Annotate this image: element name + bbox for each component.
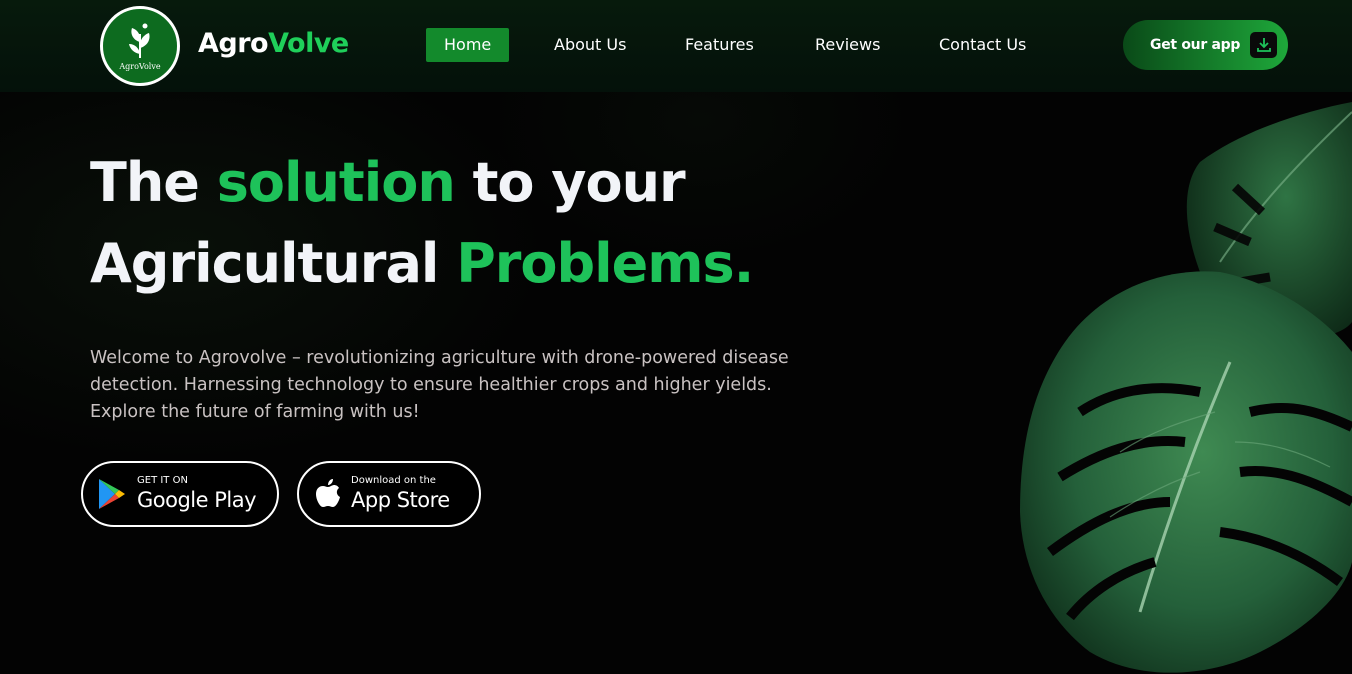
hero-headline: The solution to your Agricultural Proble… [90, 142, 754, 304]
headline-highlight: Problems. [456, 232, 754, 295]
nav-contact-us[interactable]: Contact Us [939, 28, 1026, 62]
get-app-button[interactable]: Get our app [1123, 20, 1288, 70]
get-app-label: Get our app [1150, 37, 1241, 53]
headline-text: Agricultural [90, 232, 457, 295]
hero-description: Welcome to Agrovolve – revolutionizing a… [90, 348, 789, 422]
nav-features[interactable]: Features [685, 28, 754, 62]
download-icon [1250, 32, 1278, 58]
app-store-small-text: Download on the [351, 475, 436, 486]
apple-icon [316, 479, 340, 507]
nav-home[interactable]: Home [426, 28, 510, 62]
logo-text: AgroVolve [119, 61, 161, 71]
google-play-label: Google Play [137, 488, 257, 512]
headline-text: to your [454, 151, 686, 214]
app-store-label: App Store [351, 488, 450, 512]
monstera-leaf-image [1020, 102, 1352, 673]
headline-line-2: Agricultural Problems. [90, 223, 754, 304]
headline-highlight: solution [216, 151, 456, 214]
nav-about-us[interactable]: About Us [554, 28, 626, 62]
top-navbar: AgroVolve AgroVolve Home About Us Featur… [0, 0, 1352, 92]
google-play-icon [99, 479, 125, 509]
google-play-button[interactable]: GET IT ON Google Play [81, 461, 279, 527]
google-play-small-text: GET IT ON [137, 475, 188, 486]
headline-line-1: The solution to your [90, 142, 753, 223]
app-store-button[interactable]: Download on the App Store [297, 461, 481, 527]
headline-text: The [90, 151, 217, 214]
nav-reviews[interactable]: Reviews [815, 28, 880, 62]
